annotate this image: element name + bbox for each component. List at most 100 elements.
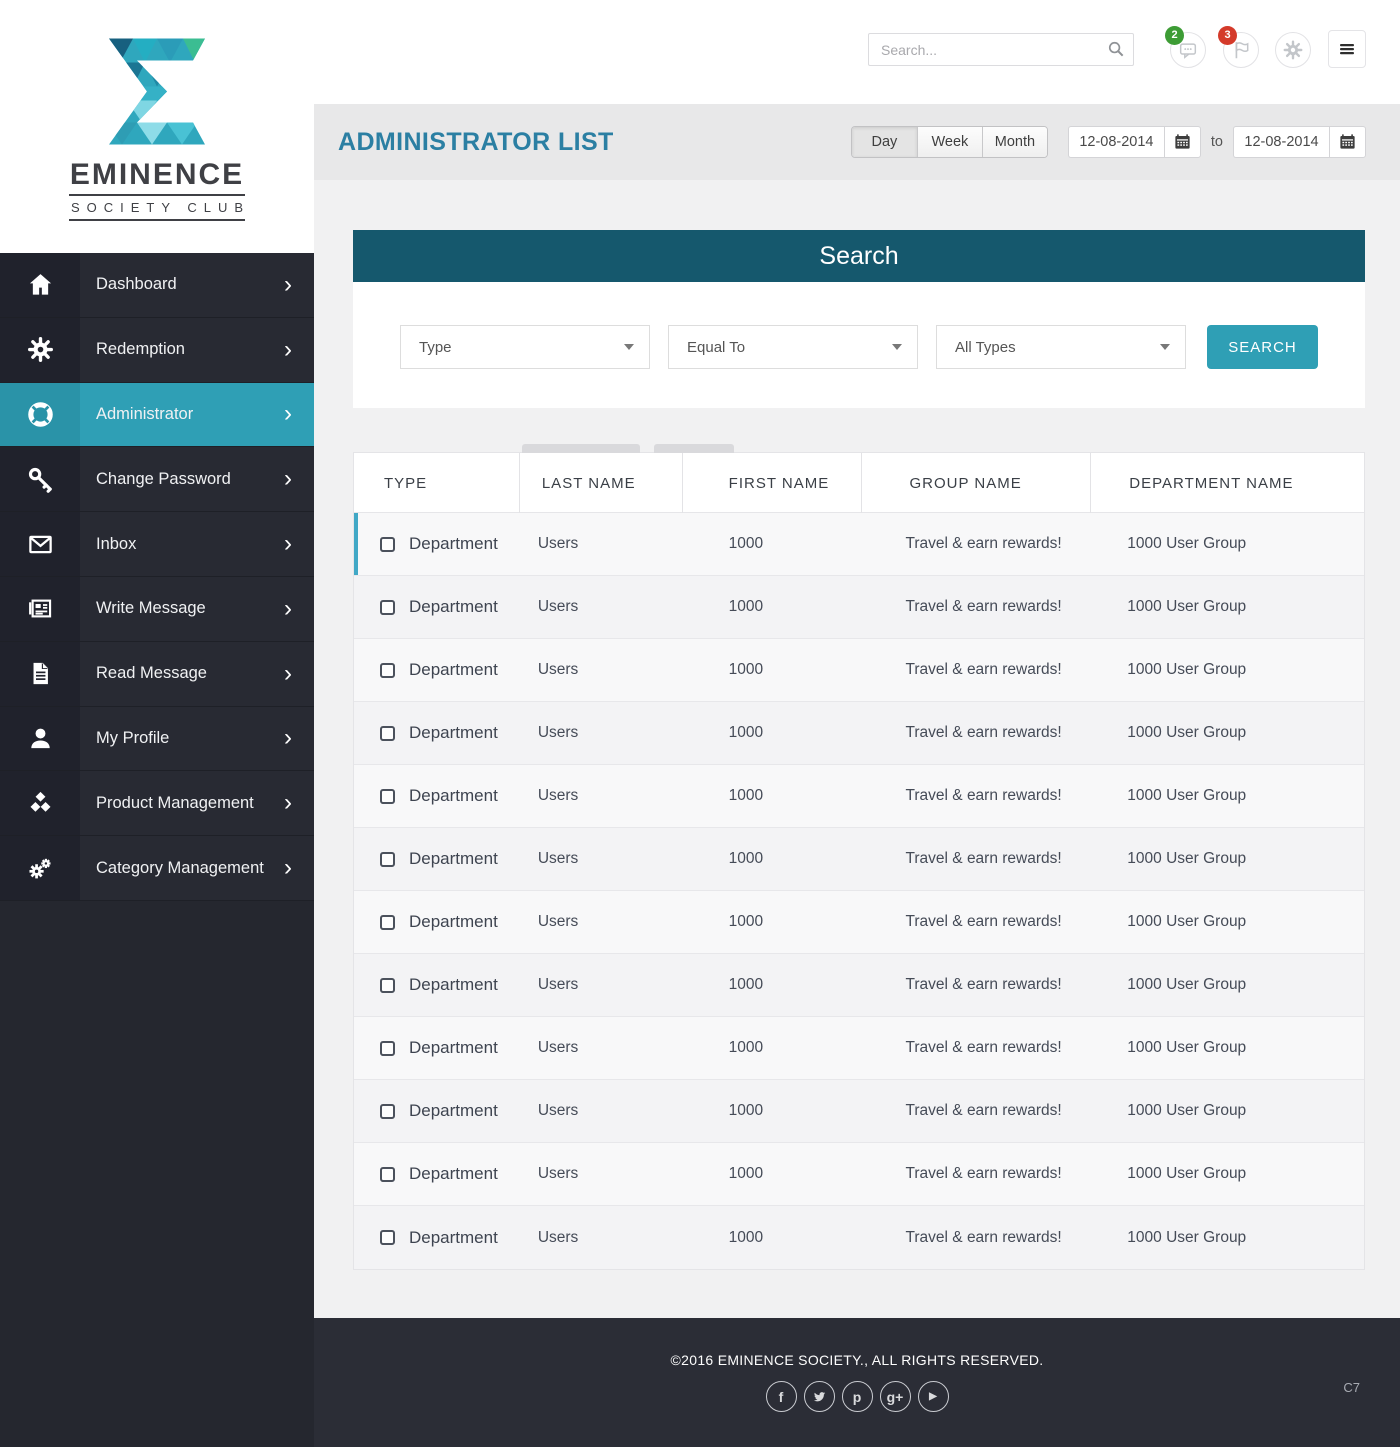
date-from-calendar-button[interactable]	[1164, 126, 1201, 158]
twitter-icon[interactable]	[804, 1381, 835, 1412]
sidebar-nav: Dashboard›Redemption›Administrator›Chang…	[0, 253, 314, 901]
menu-toggle-button[interactable]	[1328, 30, 1366, 68]
sidebar-item-administrator[interactable]: Administrator›	[0, 383, 314, 448]
cell-text: Travel & earn rewards!	[906, 1039, 1062, 1057]
cell-text: 1000	[729, 535, 763, 553]
column-header-group-name[interactable]: GROUP NAME	[861, 453, 1091, 513]
row-checkbox[interactable]	[380, 537, 395, 552]
cell-last-name: Users	[519, 913, 682, 931]
column-header-department-name[interactable]: DEPARTMENT NAME	[1090, 453, 1364, 513]
sidebar-item-product-management[interactable]: Product Management›	[0, 771, 314, 836]
row-checkbox[interactable]	[380, 978, 395, 993]
filter-select-value: Type	[419, 339, 452, 356]
notifications-button[interactable]: 3	[1223, 32, 1259, 68]
chevron-down-icon	[1160, 344, 1170, 350]
facebook-icon[interactable]: f	[766, 1381, 797, 1412]
cell-department-name: 1000 User Group	[1090, 1039, 1364, 1057]
search-icon[interactable]	[1106, 39, 1126, 59]
pinterest-icon[interactable]: p	[842, 1381, 873, 1412]
sidebar-item-dashboard[interactable]: Dashboard›	[0, 253, 314, 318]
row-checkbox[interactable]	[380, 789, 395, 804]
footer: ©2016 EMINENCE SOCIETY., ALL RIGHTS RESE…	[314, 1318, 1400, 1447]
newspaper-icon	[0, 577, 80, 641]
copyright-text: ©2016 EMINENCE SOCIETY., ALL RIGHTS RESE…	[314, 1318, 1400, 1368]
sidebar-item-redemption[interactable]: Redemption›	[0, 318, 314, 383]
row-checkbox[interactable]	[380, 915, 395, 930]
cell-department-name: 1000 User Group	[1090, 1165, 1364, 1183]
cell-group-name: Travel & earn rewards!	[861, 850, 1091, 868]
cell-last-name: Users	[519, 661, 682, 679]
row-checkbox[interactable]	[380, 600, 395, 615]
table-row: DepartmentUsers1000Travel & earn rewards…	[354, 891, 1364, 954]
row-checkbox[interactable]	[380, 663, 395, 678]
cell-text: Department	[409, 534, 498, 554]
envelope-icon	[0, 512, 80, 576]
sidebar-item-write-message[interactable]: Write Message›	[0, 577, 314, 642]
youtube-icon[interactable]: ▶	[918, 1381, 949, 1412]
google-plus-icon[interactable]: g+	[880, 1381, 911, 1412]
date-to-calendar-button[interactable]	[1329, 126, 1366, 158]
sidebar-item-read-message[interactable]: Read Message›	[0, 642, 314, 707]
cell-group-name: Travel & earn rewards!	[861, 1039, 1091, 1057]
search-input[interactable]	[868, 33, 1134, 66]
calendar-icon	[1338, 139, 1357, 154]
cell-text: Department	[409, 1164, 498, 1184]
row-checkbox[interactable]	[380, 726, 395, 741]
cell-last-name: Users	[519, 1229, 682, 1247]
filter-select-equal-to[interactable]: Equal To	[668, 325, 918, 369]
cell-first-name: 1000	[682, 1102, 861, 1120]
settings-button[interactable]	[1275, 32, 1311, 68]
sidebar-item-category-management[interactable]: Category Management›	[0, 836, 314, 901]
row-checkbox[interactable]	[380, 1104, 395, 1119]
date-to-input[interactable]	[1233, 126, 1329, 158]
row-checkbox[interactable]	[380, 1230, 395, 1245]
sidebar-item-label: Inbox	[80, 512, 136, 576]
cell-text: 1000	[729, 1165, 763, 1183]
row-checkbox[interactable]	[380, 1167, 395, 1182]
column-header-first-name[interactable]: FIRST NAME	[682, 453, 861, 513]
sidebar-item-inbox[interactable]: Inbox›	[0, 512, 314, 577]
search-panel-title: Search	[819, 242, 898, 271]
cell-text: Department	[409, 597, 498, 617]
cell-last-name: Users	[519, 787, 682, 805]
range-button-month[interactable]: Month	[982, 127, 1047, 157]
cell-text: Travel & earn rewards!	[906, 1102, 1062, 1120]
calendar-icon	[1173, 139, 1192, 154]
messages-button[interactable]: 2	[1170, 32, 1206, 68]
cell-department-name: 1000 User Group	[1090, 976, 1364, 994]
cell-text: Users	[538, 850, 578, 868]
cell-text: Users	[538, 1039, 578, 1057]
cell-last-name: Users	[519, 1165, 682, 1183]
cell-department-name: 1000 User Group	[1090, 1229, 1364, 1247]
sidebar-item-label: Write Message	[80, 577, 206, 641]
sidebar-item-my-profile[interactable]: My Profile›	[0, 707, 314, 772]
table-row: DepartmentUsers1000Travel & earn rewards…	[354, 1080, 1364, 1143]
admin-table: TYPELAST NAMEFIRST NAMEGROUP NAMEDEPARTM…	[353, 452, 1365, 1270]
sidebar-item-change-password[interactable]: Change Password›	[0, 447, 314, 512]
range-button-week[interactable]: Week	[917, 127, 982, 157]
table-row: DepartmentUsers1000Travel & earn rewards…	[354, 513, 1364, 576]
brand-logo-mark-icon	[107, 38, 207, 145]
sidebar-item-label: Dashboard	[80, 253, 177, 317]
column-header-last-name[interactable]: LAST NAME	[519, 453, 682, 513]
cell-type: Department	[354, 534, 519, 554]
range-button-day[interactable]: Day	[852, 127, 917, 157]
cell-group-name: Travel & earn rewards!	[861, 913, 1091, 931]
cell-type: Department	[354, 1164, 519, 1184]
cell-text: Travel & earn rewards!	[906, 787, 1062, 805]
cogs-icon	[0, 836, 80, 900]
cell-type: Department	[354, 975, 519, 995]
row-checkbox[interactable]	[380, 1041, 395, 1056]
brand-logo[interactable]: EMINENCE SOCIETY CLUB	[0, 0, 314, 253]
cell-last-name: Users	[519, 598, 682, 616]
filter-select-all-types[interactable]: All Types	[936, 325, 1186, 369]
row-checkbox[interactable]	[380, 852, 395, 867]
search-submit-button[interactable]: SEARCH	[1207, 325, 1318, 369]
cell-department-name: 1000 User Group	[1090, 535, 1364, 553]
column-header-type[interactable]: TYPE	[354, 453, 519, 513]
date-from-input[interactable]	[1068, 126, 1164, 158]
cell-first-name: 1000	[682, 1229, 861, 1247]
sidebar-item-label: Read Message	[80, 642, 207, 706]
filter-select-type[interactable]: Type	[400, 325, 650, 369]
sidebar: EMINENCE SOCIETY CLUB Dashboard›Redempti…	[0, 0, 314, 1447]
